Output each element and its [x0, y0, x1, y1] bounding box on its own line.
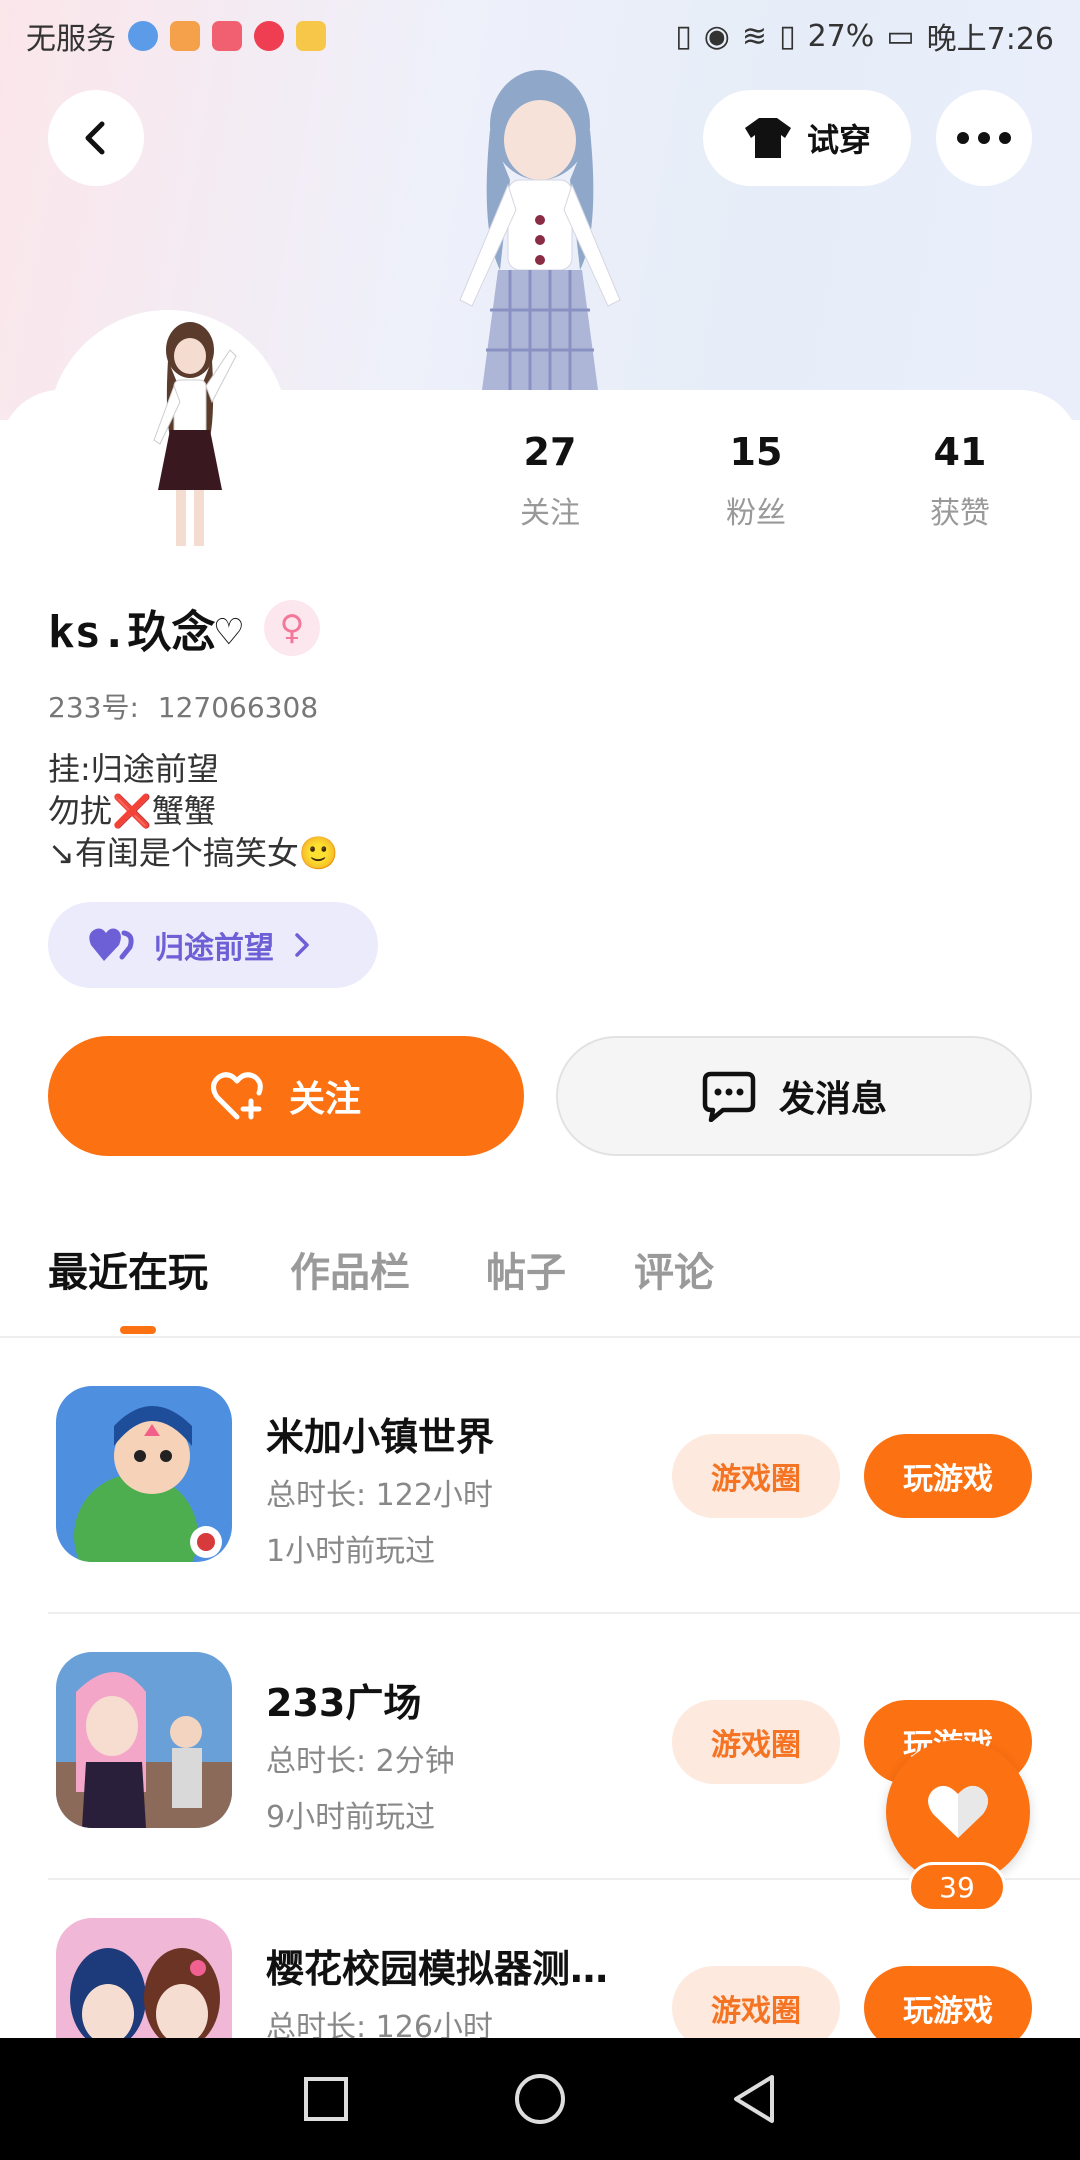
game-duration: 总时长: 122小时	[266, 1478, 493, 1513]
tshirt-icon	[744, 118, 791, 158]
battery-alert-icon: ▯	[779, 18, 796, 54]
status-bar-left: 无服务	[26, 14, 326, 58]
back-icon[interactable]	[730, 2073, 778, 2125]
female-icon: ♀	[263, 600, 320, 656]
back-button[interactable]	[48, 90, 144, 186]
send-message-button[interactable]: 发消息	[556, 1036, 1032, 1156]
video-app-icon	[170, 21, 200, 51]
battery-icon: ▭	[886, 18, 915, 54]
try-on-label: 试穿	[806, 121, 871, 159]
stat-value: 27	[523, 430, 577, 474]
vibrate-icon: ▯	[675, 18, 692, 54]
game-circle-button[interactable]: 游戏圈	[672, 1434, 840, 1518]
active-tab-indicator	[120, 1326, 156, 1334]
stat-fans[interactable]: 15 粉丝	[686, 430, 826, 532]
tabs-divider	[0, 1336, 1080, 1338]
profile-bio: 挂:归途前望 勿扰❌蟹蟹 ↘有闺是个搞笑女🙂	[48, 748, 339, 874]
try-on-button[interactable]: 试穿	[703, 90, 911, 186]
huawei-store-icon	[212, 21, 242, 51]
tab-posts[interactable]: 帖子	[486, 1240, 566, 1298]
avatar[interactable]	[130, 320, 250, 550]
user-id-label: 233号:	[48, 691, 139, 724]
stat-value: 41	[933, 430, 987, 474]
more-dots-icon	[957, 132, 1011, 144]
game-last-played: 1小时前玩过	[266, 1534, 436, 1569]
system-navigation-bar	[0, 2038, 1080, 2160]
browser-icon	[128, 21, 158, 51]
group-tag-chip[interactable]: 归途前望	[48, 902, 378, 988]
chevron-right-icon	[295, 933, 309, 957]
tab-comments[interactable]: 评论	[634, 1240, 714, 1298]
follow-label: 关注	[288, 1079, 361, 1120]
profile-stats: 27 关注 15 粉丝 41 获赞	[480, 430, 1040, 550]
bio-line: 挂:归途前望	[48, 750, 219, 788]
game-last-played: 9小时前玩过	[266, 1800, 436, 1835]
group-tag-label: 归途前望	[154, 931, 274, 966]
bio-line: 勿扰❌蟹蟹	[48, 792, 216, 830]
profile-name: ks.玖念♡	[48, 607, 242, 658]
list-item[interactable]: 米加小镇世界 总时长: 122小时 1小时前玩过 游戏圈 玩游戏	[48, 1346, 1032, 1612]
play-game-button[interactable]: 玩游戏	[864, 1434, 1032, 1518]
avatar-3d-figure	[459, 70, 621, 390]
message-label: 发消息	[778, 1079, 887, 1120]
more-options-button[interactable]	[936, 90, 1032, 186]
stat-value: 15	[729, 430, 783, 474]
recent-apps-icon[interactable]	[302, 2075, 350, 2123]
user-id: 233号: 127066308	[48, 686, 318, 726]
game-title: 米加小镇世界	[266, 1415, 495, 1459]
game-icon[interactable]	[56, 1386, 232, 1562]
gallery-app-icon	[296, 21, 326, 51]
heart-tag-icon	[89, 928, 134, 961]
profile-name-row: ks.玖念♡ ♀	[48, 596, 320, 660]
status-bar-right: ▯ ◉ ≋ ▯ 27% ▭ 晚上7:26	[675, 14, 1054, 58]
game-title: 233广场	[266, 1681, 422, 1725]
bio-line: ↘有闺是个搞笑女🙂	[48, 834, 339, 872]
battery-percent: 27%	[807, 18, 875, 54]
game-title: 樱花校园模拟器测…	[266, 1947, 609, 1991]
chat-bubble-icon	[702, 1071, 756, 1122]
eye-comfort-icon: ◉	[703, 18, 730, 54]
stat-label: 获赞	[930, 496, 990, 531]
chevron-left-icon	[85, 121, 105, 155]
tab-works[interactable]: 作品栏	[290, 1240, 410, 1298]
status-bar: 无服务 ▯ ◉ ≋ ▯ 27% ▭ 晚上7:26	[0, 0, 1080, 72]
stat-label: 粉丝	[726, 496, 786, 531]
user-id-value: 127066308	[157, 691, 319, 724]
home-icon[interactable]	[513, 2072, 567, 2126]
stat-following[interactable]: 27 关注	[480, 430, 620, 532]
profile-tabs: 最近在玩 作品栏 帖子 评论	[48, 1240, 1048, 1320]
game-circle-button[interactable]: 游戏圈	[672, 1700, 840, 1784]
music-app-icon	[254, 21, 284, 51]
heart-plus-icon	[210, 1072, 263, 1120]
wifi-icon: ≋	[741, 18, 768, 54]
clock-text: 晚上7:26	[926, 22, 1054, 57]
tab-recent-played[interactable]: 最近在玩	[48, 1240, 208, 1298]
game-duration: 总时长: 2分钟	[266, 1744, 455, 1779]
list-item[interactable]: 233广场 总时长: 2分钟 9小时前玩过 游戏圈 玩游戏	[48, 1612, 1032, 1878]
stat-likes[interactable]: 41 获赞	[890, 430, 1030, 532]
stat-label: 关注	[520, 496, 580, 531]
game-icon[interactable]	[56, 1652, 232, 1828]
follow-button[interactable]: 关注	[48, 1036, 524, 1156]
like-count-badge: 39	[908, 1862, 1006, 1912]
heart-icon	[928, 1785, 988, 1838]
carrier-text: 无服务	[26, 22, 116, 57]
